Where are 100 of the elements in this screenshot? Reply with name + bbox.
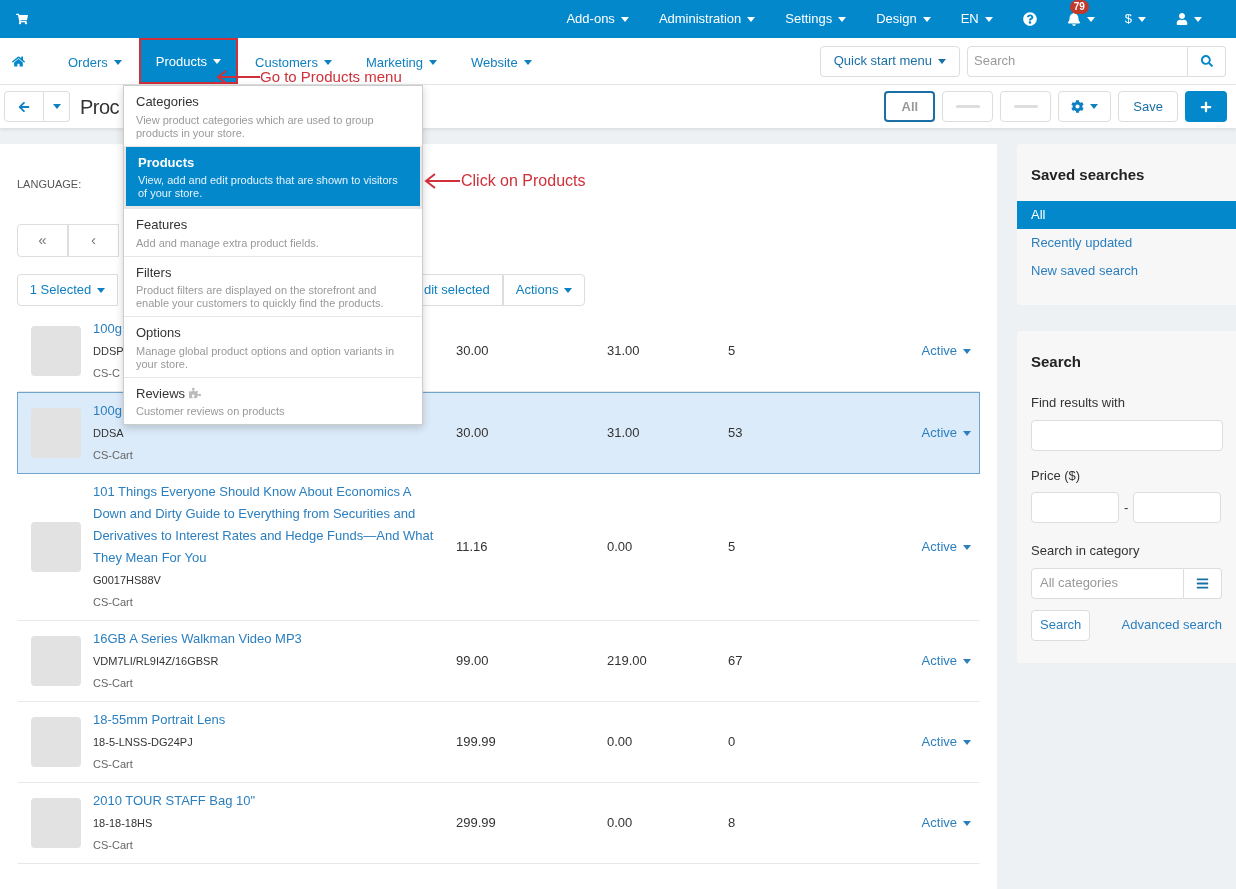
- back-button[interactable]: [4, 91, 44, 122]
- annotation-arrow-icon: [216, 70, 260, 84]
- category-field[interactable]: All categories: [1031, 567, 1184, 599]
- saved-search-item[interactable]: Recently updated: [1017, 228, 1236, 257]
- nav-tab[interactable]: Orders: [51, 53, 139, 72]
- product-photo-placeholder: [30, 408, 81, 458]
- menu-item[interactable]: Features Add and manage extra product fields.: [124, 208, 422, 256]
- product-photo-placeholder: [30, 798, 81, 848]
- annotation-text: Click on Products: [461, 172, 586, 190]
- top-menu-item[interactable]: Add-ons: [566, 9, 629, 29]
- caret-icon: [113, 60, 122, 65]
- vendor-name: CS-Cart: [93, 757, 133, 772]
- home-icon[interactable]: [12, 54, 25, 68]
- menu-item-description: Product filters are displayed on the storefront and enable your customers to quickly find the products.: [136, 284, 385, 310]
- caret-icon: [963, 739, 971, 745]
- product-name-link[interactable]: 100g: [93, 318, 122, 340]
- nav-tab[interactable]: Customers: [238, 53, 349, 72]
- history-dropdown-button[interactable]: [44, 91, 70, 122]
- search-field[interactable]: Search: [967, 45, 1188, 77]
- currency-menu[interactable]: $: [1124, 9, 1146, 29]
- price-cell-text: 99.00: [455, 652, 490, 671]
- storefront-button[interactable]: All: [884, 91, 936, 122]
- menu-item[interactable]: Reviews Customer reviews on products: [124, 376, 422, 424]
- nav-tab[interactable]: Marketing: [348, 53, 454, 72]
- product-name-link[interactable]: 18-55mm Portrait Lens: [93, 709, 226, 731]
- product-photo-placeholder: [30, 717, 81, 767]
- top-menu-item[interactable]: EN: [960, 9, 993, 29]
- search-submit-button[interactable]: Search: [1031, 609, 1091, 641]
- help-icon[interactable]: [1022, 12, 1037, 26]
- notification-count: 79: [1069, 0, 1089, 14]
- price-cell-text: 30.00: [455, 424, 490, 443]
- pagination-button[interactable]: «: [17, 224, 68, 257]
- price-cell-text: 30.00: [455, 342, 490, 361]
- field-label: Find results with: [1031, 394, 1126, 412]
- input-field[interactable]: [1031, 419, 1223, 451]
- menu-item-title: Filters: [136, 263, 172, 282]
- card-title: Search: [1031, 351, 1083, 372]
- range-separator: -: [1124, 498, 1129, 517]
- menu-item[interactable]: Products View, add and edit products that are shown to visitors of your store.: [124, 145, 422, 208]
- price-cell-text: 199.99: [455, 733, 497, 752]
- saved-search-item[interactable]: New saved search: [1017, 256, 1236, 285]
- vendor-name: CS-Cart: [93, 595, 133, 610]
- menu-item-title: Products: [138, 153, 195, 172]
- caret-icon: [213, 58, 222, 64]
- quantity-cell-text: 5: [727, 538, 737, 557]
- product-name-link[interactable]: 2010 TOUR STAFF Bag 10": [93, 790, 256, 812]
- top-menu-item[interactable]: Administration: [658, 9, 756, 29]
- product-name-link[interactable]: 101 Things Everyone Should Know About Economics A Down and Dirty Guide to Everything from Securities and Derivatives to Interest Rates and Hedge Funds—And What They Mean For You: [93, 481, 440, 569]
- vendor-name: CS-Cart: [93, 676, 133, 691]
- product-name-link[interactable]: 16GB A Series Walkman Video MP3: [93, 628, 302, 650]
- caret-icon: [1138, 16, 1146, 22]
- list-price-cell-text: 0.00: [606, 538, 634, 557]
- search-button[interactable]: [1188, 45, 1226, 77]
- status-dropdown[interactable]: Active: [921, 537, 971, 557]
- list-price-cell-text: 0.00: [606, 814, 634, 833]
- menu-item-description: View product categories which are used to group products in your store.: [136, 113, 375, 140]
- status-dropdown[interactable]: Active: [921, 651, 971, 671]
- price-to-field[interactable]: [1133, 492, 1222, 523]
- status-dropdown[interactable]: Active: [921, 341, 971, 361]
- product-row[interactable]: 16GB A Series Walkman Video MP3 VDM7LI/RL9I4Z/16GBSR CS-Cart 99.00 219.00 67 Active: [17, 621, 980, 702]
- category-picker-button[interactable]: [1184, 567, 1222, 599]
- language-label: LANGUAGE:: [17, 176, 82, 192]
- product-code: DDSP: [93, 344, 124, 359]
- menu-item[interactable]: Filters Product filters are displayed on the storefront and enable your customers to quickly find the products.: [124, 255, 422, 316]
- caret-icon: [620, 16, 629, 22]
- settings-button[interactable]: [1058, 91, 1112, 122]
- product-row[interactable]: 18-55mm Portrait Lens 18-5-LNSS-DG24PJ CS-Cart 199.99 0.00 0 Active: [17, 702, 980, 783]
- list-price-cell-text: 31.00: [606, 342, 641, 361]
- top-menu-item[interactable]: Design: [876, 9, 931, 29]
- menu-item[interactable]: Options Manage global product options and option variants in your store.: [124, 316, 422, 377]
- actions-button[interactable]: Actions: [502, 274, 586, 306]
- caret-icon: [963, 658, 971, 664]
- save-button[interactable]: Save: [1118, 91, 1178, 122]
- status-dropdown[interactable]: Active: [921, 732, 971, 752]
- pagination-button[interactable]: ‹: [68, 224, 119, 257]
- product-name-link[interactable]: 100g: [93, 400, 122, 422]
- product-code: VDM7LI/RL9I4Z/16GBSR: [93, 654, 219, 669]
- caret-icon: [523, 60, 532, 65]
- bell-icon[interactable]: [1066, 12, 1081, 26]
- price-from-field[interactable]: [1031, 492, 1119, 523]
- caret-icon: [1090, 104, 1099, 109]
- top-menu-item[interactable]: Settings: [785, 9, 847, 29]
- vendor-name: CS-Cart: [93, 838, 133, 853]
- quick-start-menu-button[interactable]: Quick start menu: [819, 45, 960, 77]
- annotation-arrow-icon: [424, 173, 460, 189]
- saved-search-item[interactable]: All: [1017, 200, 1236, 229]
- product-row[interactable]: 2010 TOUR STAFF Bag 10" 18-18-18HS CS-Cart 299.99 0.00 8 Active: [17, 783, 980, 864]
- vendor-name: CS-C: [93, 366, 120, 381]
- status-dropdown[interactable]: Active: [921, 423, 971, 443]
- status-dropdown[interactable]: Active: [921, 813, 971, 833]
- menu-item-title: Categories: [136, 93, 199, 111]
- menu-item-description: Manage global product options and option variants in your store.: [136, 344, 396, 371]
- advanced-search-link[interactable]: Advanced search: [1121, 615, 1222, 635]
- add-button[interactable]: [1185, 91, 1227, 122]
- cart-icon[interactable]: [16, 13, 28, 25]
- user-icon[interactable]: [1176, 13, 1188, 25]
- selected-count-button[interactable]: 1 Selected: [17, 274, 118, 306]
- nav-tab[interactable]: Website: [454, 53, 549, 72]
- menu-item[interactable]: Categories View product categories which are used to group products in your store.: [124, 86, 422, 146]
- nav-tab[interactable]: Products: [138, 38, 239, 84]
